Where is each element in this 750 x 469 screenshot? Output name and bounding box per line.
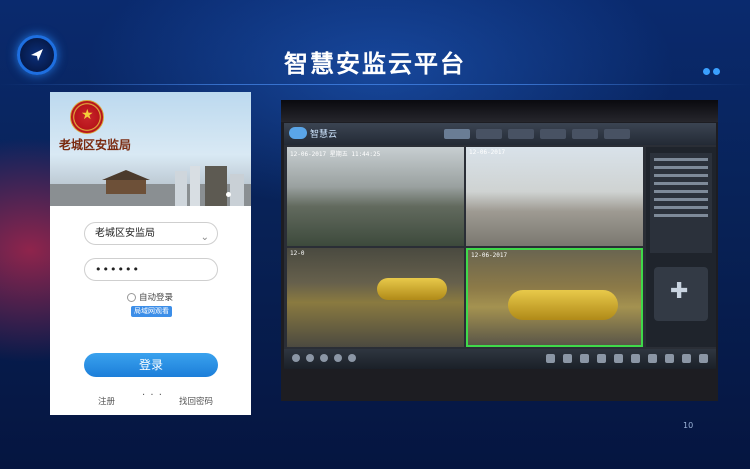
forgot-password-link[interactable]: 找回密码 — [179, 395, 213, 407]
organization-select[interactable]: 老城区安监局 ⌄ — [84, 222, 218, 245]
storage-tank — [508, 290, 618, 320]
camera-feed[interactable]: 12-06-2017 — [466, 147, 643, 246]
wall-top — [281, 100, 718, 122]
tab-map[interactable] — [572, 129, 598, 139]
ptz-control-pad[interactable] — [654, 267, 708, 321]
mobile-login-screen: 老城区安监局 老城区安监局 ⌄ •••••• 自动登录 局域网观看 登录 注册 … — [50, 92, 251, 415]
register-link[interactable]: 注册 — [98, 395, 115, 407]
monitoring-app-window: 智慧云 12-06-2017 星期五 11:44:25 12-06-2017 1… — [284, 123, 716, 369]
login-banner: 老城区安监局 — [50, 92, 251, 206]
camera-timestamp: 12-06-2017 星期五 11:44:25 — [290, 151, 381, 158]
app-toolbar: 智慧云 — [284, 123, 716, 145]
monitoring-screen-photo: 智慧云 12-06-2017 星期五 11:44:25 12-06-2017 1… — [281, 100, 718, 401]
chevron-down-icon: ⌄ — [200, 232, 209, 243]
decorative-dots — [703, 68, 720, 75]
camera-grid: 12-06-2017 星期五 11:44:25 12-06-2017 12-0 … — [287, 147, 643, 347]
app-tabs — [444, 129, 630, 139]
checkbox-circle-icon — [127, 292, 136, 302]
app-name: 智慧云 — [310, 130, 338, 140]
cloud-logo-icon — [289, 127, 307, 139]
storage-tank — [377, 278, 447, 300]
tab-live-view[interactable] — [444, 129, 470, 139]
page-number: 10 — [683, 421, 694, 430]
slide-title: 智慧安监云平台 — [284, 50, 466, 78]
playback-toolbar — [284, 349, 716, 369]
header-divider — [0, 84, 750, 85]
tab-config[interactable] — [604, 129, 630, 139]
city-skyline-image — [50, 166, 251, 206]
camera-feed[interactable]: 12-06-2017 星期五 11:44:25 — [287, 147, 464, 246]
camera-timestamp: 12-06-2017 — [471, 252, 508, 259]
tab-devices[interactable] — [508, 129, 534, 139]
camera-timestamp: 12-06-2017 — [469, 149, 506, 156]
organization-name: 老城区安监局 — [59, 138, 132, 152]
government-emblem — [70, 100, 104, 134]
login-button[interactable]: 登录 — [84, 353, 218, 377]
camera-feed[interactable]: 12-0 — [287, 248, 464, 347]
control-buttons[interactable] — [546, 354, 708, 363]
device-tree-panel — [646, 147, 716, 347]
auto-login-checkbox[interactable]: 自动登录 — [127, 291, 173, 303]
lan-view-button[interactable]: 局域网观看 — [131, 306, 172, 317]
layout-buttons[interactable] — [292, 354, 356, 362]
camera-list[interactable] — [650, 153, 712, 253]
camera-timestamp: 12-0 — [290, 250, 305, 257]
more-options-link[interactable]: · · · — [142, 390, 163, 401]
carousel-indicator[interactable] — [226, 192, 231, 197]
camera-feed-active[interactable]: 12-06-2017 — [466, 248, 643, 347]
password-field[interactable]: •••••• — [84, 258, 218, 281]
tab-alarms[interactable] — [540, 129, 566, 139]
tab-playback[interactable] — [476, 129, 502, 139]
